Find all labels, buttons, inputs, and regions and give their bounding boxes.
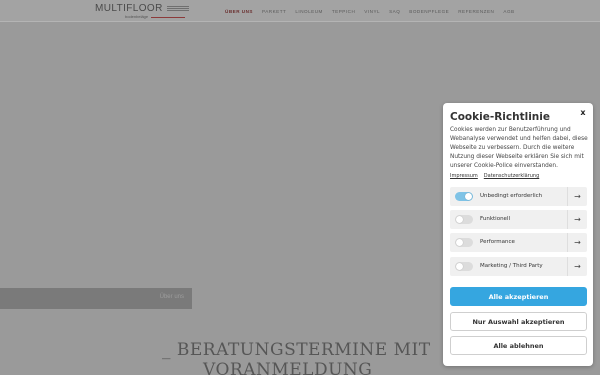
impressum-link[interactable]: Impressum bbox=[450, 173, 478, 179]
main-nav: ÜBER UNS PARKETT LINOLEUM TEPPICH VINYL … bbox=[225, 8, 524, 16]
cookie-option-performance: Performance → bbox=[450, 233, 587, 252]
toggle-functional[interactable] bbox=[455, 215, 473, 224]
option-label: Performance bbox=[480, 239, 515, 245]
cookie-links: Impressum Datenschutzerklärung bbox=[450, 173, 539, 179]
option-label: Unbedingt erforderlich bbox=[480, 193, 543, 199]
privacy-link[interactable]: Datenschutzerklärung bbox=[484, 173, 539, 179]
logo-wordmark: MULTIFLOOR bbox=[95, 3, 163, 14]
hero-caption-text: Über uns bbox=[159, 294, 184, 300]
toggle-knob bbox=[465, 193, 472, 200]
option-label: Marketing / Third Party bbox=[480, 263, 543, 269]
cookie-option-marketing: Marketing / Third Party → bbox=[450, 257, 587, 276]
toggle-required[interactable] bbox=[455, 192, 473, 201]
toggle-knob bbox=[456, 239, 463, 246]
cookie-option-functional: Funktionell → bbox=[450, 210, 587, 229]
toggle-marketing[interactable] bbox=[455, 262, 473, 271]
toggle-knob bbox=[456, 263, 463, 270]
cookie-option-required: Unbedingt erforderlich → bbox=[450, 187, 587, 206]
site-header: MULTIFLOOR bodenbeläge ÜBER UNS PARKETT … bbox=[0, 0, 600, 22]
arrow-right-icon[interactable]: → bbox=[567, 233, 587, 252]
nav-item-linoleum[interactable]: LINOLEUM bbox=[295, 8, 323, 16]
site-logo[interactable]: MULTIFLOOR bodenbeläge bbox=[95, 4, 190, 19]
arrow-right-icon[interactable]: → bbox=[567, 257, 587, 276]
section-headline-line2: VORANMELDUNG bbox=[203, 360, 373, 375]
cookie-dialog-title: Cookie-Richtlinie bbox=[450, 111, 550, 123]
nav-item-teppich[interactable]: TEPPICH bbox=[332, 8, 355, 16]
reject-all-button[interactable]: Alle ablehnen bbox=[450, 336, 587, 355]
accept-all-button[interactable]: Alle akzeptieren bbox=[450, 287, 587, 306]
nav-item-parkett[interactable]: PARKETT bbox=[262, 8, 286, 16]
close-button[interactable]: x bbox=[578, 108, 588, 118]
section-headline: _ BERATUNGSTERMINE MIT bbox=[162, 340, 431, 360]
nav-item-referenzen[interactable]: REFERENZEN bbox=[458, 8, 494, 16]
logo-tagline: bodenbeläge bbox=[125, 14, 149, 19]
arrow-right-icon[interactable]: → bbox=[567, 187, 587, 206]
cookie-description: Cookies werden zur Benutzerführung und W… bbox=[450, 127, 588, 169]
toggle-performance[interactable] bbox=[455, 238, 473, 247]
cookie-dialog: Cookie-Richtlinie x Cookies werden zur B… bbox=[443, 103, 593, 366]
nav-item-vinyl[interactable]: VINYL bbox=[364, 8, 380, 16]
option-label: Funktionell bbox=[480, 216, 510, 222]
nav-item-agb[interactable]: AGB bbox=[503, 8, 514, 16]
hero-caption-bar: Über uns bbox=[0, 288, 192, 309]
nav-item-ueber-uns[interactable]: ÜBER UNS bbox=[225, 8, 253, 16]
nav-item-bodenpflege[interactable]: BODENPFLEGE bbox=[409, 8, 449, 16]
logo-underline bbox=[151, 17, 185, 18]
toggle-knob bbox=[456, 216, 463, 223]
logo-stripes-icon bbox=[167, 6, 189, 12]
accept-selection-button[interactable]: Nur Auswahl akzeptieren bbox=[450, 312, 587, 331]
nav-item-saq[interactable]: SAQ bbox=[389, 8, 400, 16]
arrow-right-icon[interactable]: → bbox=[567, 210, 587, 229]
